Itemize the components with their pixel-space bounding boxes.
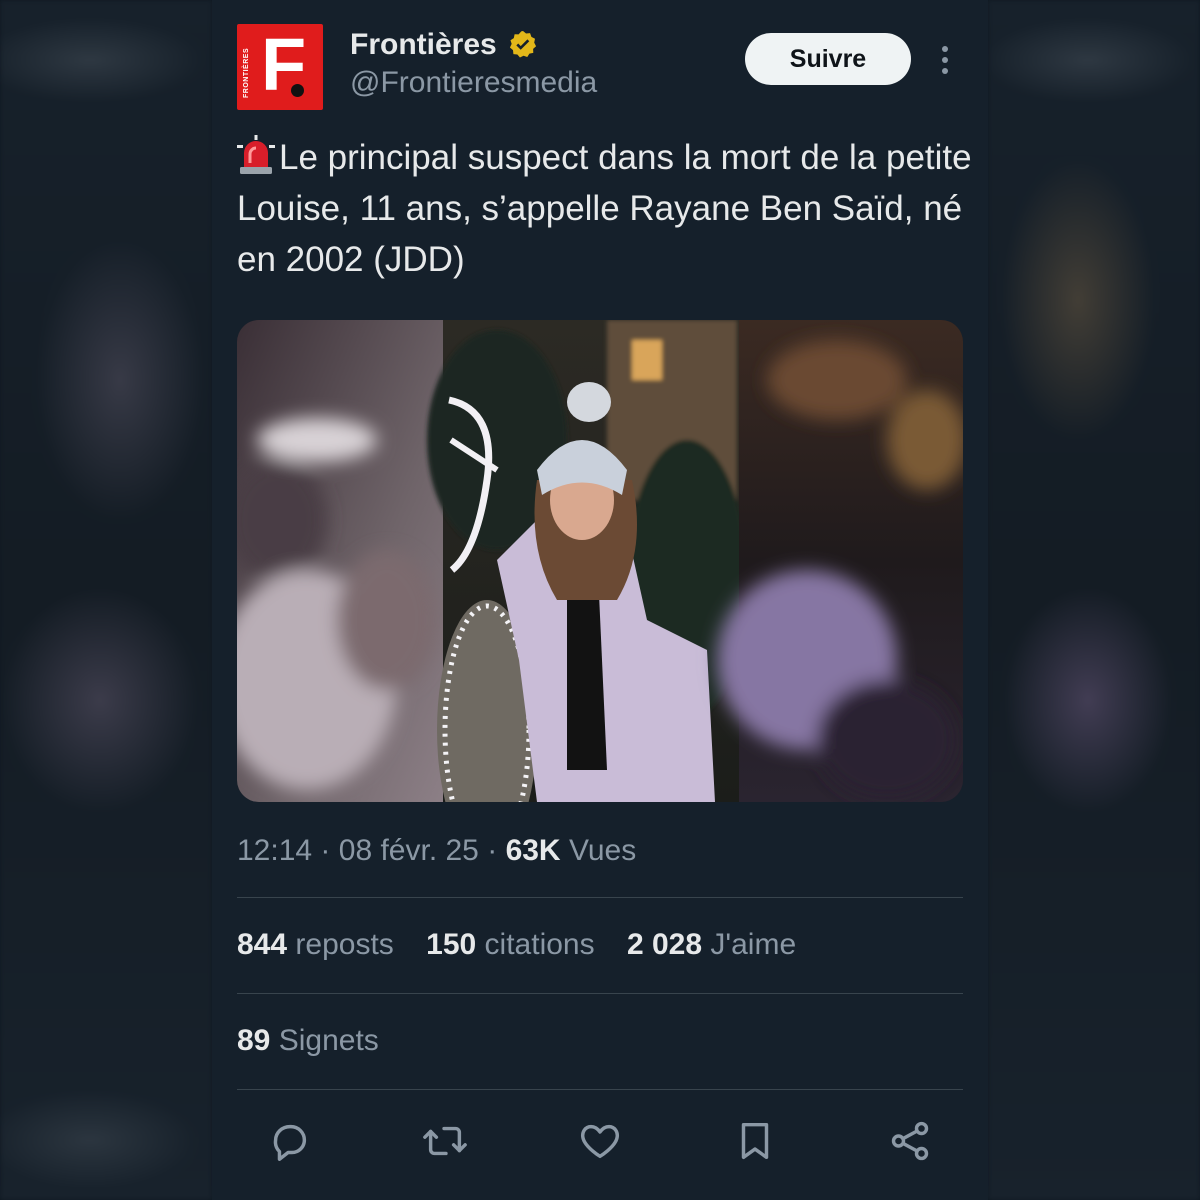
reply-icon[interactable] [267,1118,313,1164]
share-icon[interactable] [887,1118,933,1164]
action-bar [237,1110,963,1170]
bookmarks-label: Signets [278,1024,379,1057]
verified-badge-icon [507,29,539,61]
bookmarks-stat[interactable]: 89 Signets [237,1024,379,1058]
likes-count: 2 028 [626,928,703,961]
avatar-wordmark: FRONTIÈRES [243,47,250,98]
divider [237,993,963,994]
quotes-label: citations [484,928,595,961]
quotes-stat[interactable]: 150 citations [426,928,603,961]
views-label: Vues [568,834,637,867]
likes-stat[interactable]: 2 028 J'aime [627,928,796,961]
tweet-card: FRONTIÈRES F Frontières @Frontieresmedia… [212,0,988,1200]
name-row: Frontières [350,28,539,62]
bookmarks-count: 89 [237,1024,271,1057]
quotes-count: 150 [426,928,477,961]
blurred-background-right [988,0,1200,1200]
blurred-background-left [0,0,212,1200]
divider [237,1089,963,1090]
meta-separator: · [320,834,331,867]
user-handle[interactable]: @Frontieresmedia [350,66,597,100]
reposts-count: 844 [237,928,288,961]
divider [237,897,963,898]
more-vertical-icon[interactable] [935,40,955,80]
like-icon[interactable] [577,1118,623,1164]
views-count: 63K [505,834,561,867]
avatar[interactable]: FRONTIÈRES F [237,24,323,110]
tweet-time[interactable]: 12:14 [237,834,312,867]
avatar-dot [291,84,304,97]
police-light-icon [237,135,275,175]
display-name[interactable]: Frontières [350,28,497,62]
follow-button[interactable]: Suivre [745,33,911,85]
meta-separator: · [487,834,498,867]
likes-label: J'aime [710,928,797,961]
reposts-label: reposts [295,928,394,961]
tweet-text: Le principal suspect dans la mort de la … [237,132,972,285]
photo-illustration [237,320,963,802]
reposts-stat[interactable]: 844 reposts [237,928,402,961]
repost-icon[interactable] [422,1118,468,1164]
engagement-stats: 844 reposts 150 citations 2 028 J'aime [237,928,820,962]
tweet-photo[interactable] [237,320,963,802]
tweet-meta: 12:14 · 08 févr. 25 · 63K Vues [237,834,636,868]
tweet-body: Le principal suspect dans la mort de la … [237,138,972,279]
tweet-date[interactable]: 08 févr. 25 [339,834,479,867]
bookmark-icon[interactable] [732,1118,778,1164]
